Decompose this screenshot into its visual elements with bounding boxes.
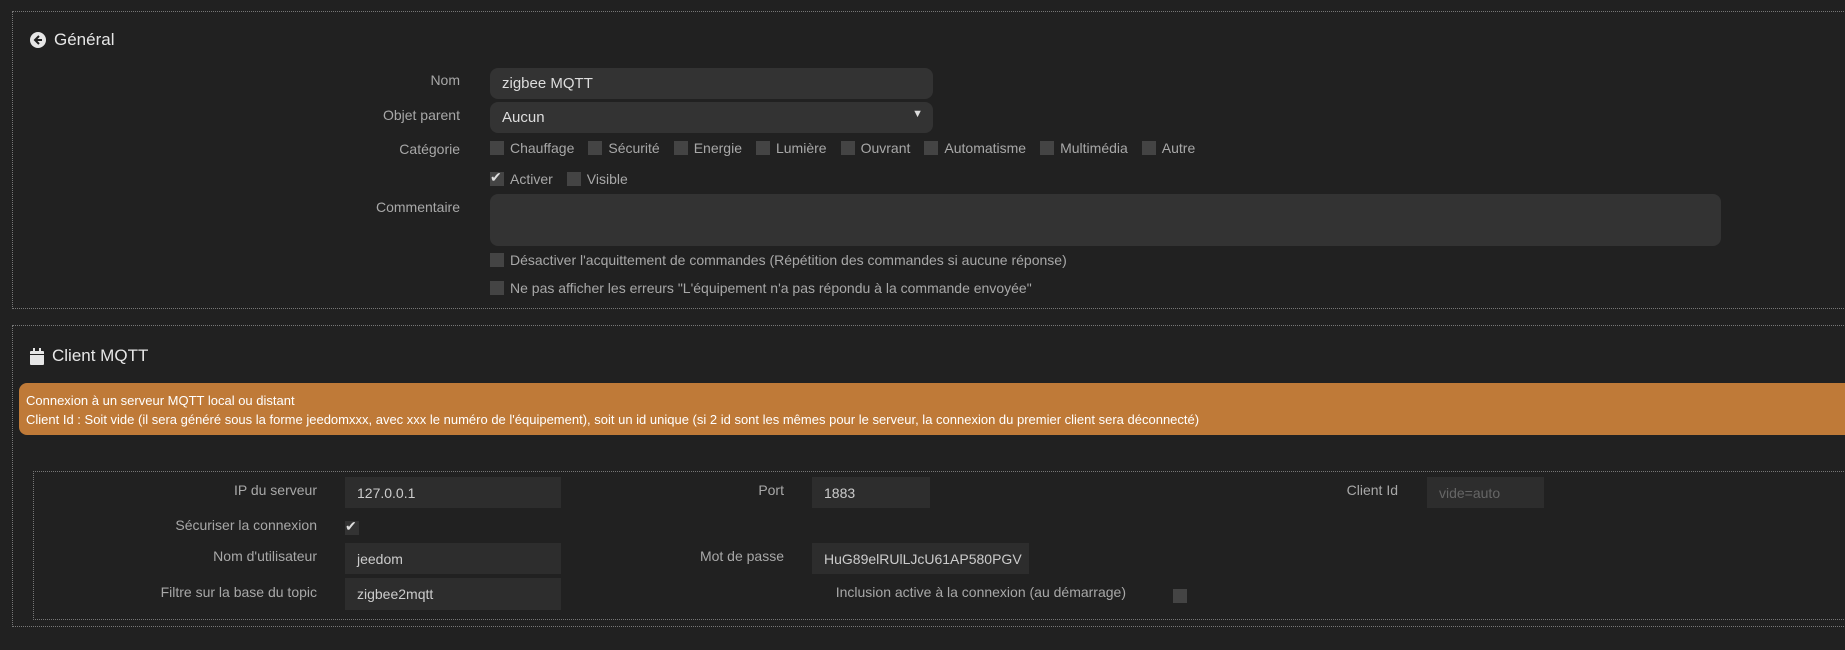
ack-label: Désactiver l'acquittement de commandes (… <box>510 252 1067 268</box>
category-checkbox[interactable] <box>924 141 939 155</box>
secure-label: Sécuriser la connexion <box>175 517 317 533</box>
general-heading: Général <box>30 30 114 50</box>
user-label: Nom d'utilisateur <box>213 548 317 564</box>
category-label: Chauffage <box>510 140 575 156</box>
alert-line-1: Connexion à un serveur MQTT local ou dis… <box>26 393 295 408</box>
topic-label: Filtre sur la base du topic <box>160 584 317 600</box>
commentaire-label: Commentaire <box>375 199 460 215</box>
pass-input[interactable]: HuG89elRUlLJcU61AP580PGV <box>812 543 1029 574</box>
category-label: Automatisme <box>944 140 1027 156</box>
pass-label: Mot de passe <box>699 548 784 564</box>
category-checkbox[interactable] <box>840 141 855 155</box>
clientid-label: Client Id <box>1346 482 1398 498</box>
alert-line-2: Client Id : Soit vide (il sera généré so… <box>26 412 1200 427</box>
activation-row: Activer Visible <box>490 169 636 187</box>
errors-row: Ne pas afficher les erreurs "L'équipemen… <box>490 280 1032 296</box>
nom-input[interactable]: zigbee MQTT <box>490 68 933 99</box>
clientid-input[interactable]: vide=auto <box>1427 477 1544 508</box>
general-title: Général <box>54 30 115 49</box>
mqtt-heading: Client MQTT <box>30 346 148 366</box>
categories: Chauffage Sécurité Energie Lumière Ouvra… <box>490 140 1203 156</box>
visible-label: Visible <box>586 171 628 187</box>
user-input[interactable]: jeedom <box>345 543 561 574</box>
parent-label: Objet parent <box>382 107 460 123</box>
category-checkbox[interactable] <box>673 141 688 155</box>
mqtt-title: Client MQTT <box>52 346 149 365</box>
port-input[interactable]: 1883 <box>812 477 930 508</box>
category-label: Sécurité <box>608 140 660 156</box>
ip-input[interactable]: 127.0.0.1 <box>345 477 561 508</box>
parent-value: Aucun <box>502 109 545 126</box>
commentaire-textarea[interactable] <box>490 194 1721 246</box>
mqtt-info-alert: Connexion à un serveur MQTT local ou dis… <box>19 383 1845 435</box>
inclusion-checkbox[interactable] <box>1172 589 1187 604</box>
ack-checkbox[interactable] <box>490 253 504 267</box>
topic-input[interactable]: zigbee2mqtt <box>345 578 561 610</box>
errors-label: Ne pas afficher les erreurs "L'équipemen… <box>510 280 1032 296</box>
category-checkbox[interactable] <box>755 141 770 155</box>
category-label: Ouvrant <box>860 140 911 156</box>
port-label: Port <box>758 482 784 498</box>
inclusion-label: Inclusion active à la connexion (au déma… <box>835 584 1126 600</box>
parent-select[interactable]: Aucun ▼ <box>490 102 933 133</box>
category-checkbox[interactable] <box>490 141 504 155</box>
category-label: Multimédia <box>1060 140 1128 156</box>
secure-checkbox[interactable] <box>345 518 359 536</box>
categorie-label: Catégorie <box>399 141 460 157</box>
category-checkbox[interactable] <box>588 141 603 155</box>
activer-label: Activer <box>510 171 553 187</box>
category-label: Lumière <box>775 140 827 156</box>
ip-label: IP du serveur <box>233 482 317 498</box>
arrow-circle-left-icon <box>30 32 46 48</box>
chevron-down-icon: ▼ <box>912 108 923 120</box>
nom-label: Nom <box>430 72 460 88</box>
errors-checkbox[interactable] <box>490 281 504 295</box>
category-checkbox[interactable] <box>1040 141 1055 155</box>
activer-checkbox[interactable] <box>490 169 504 186</box>
category-checkbox[interactable] <box>1141 141 1156 155</box>
calendar-icon <box>30 347 44 365</box>
category-label: Autre <box>1161 140 1196 156</box>
category-label: Energie <box>693 140 742 156</box>
ack-row: Désactiver l'acquittement de commandes (… <box>490 252 1067 268</box>
visible-checkbox[interactable] <box>566 172 581 186</box>
